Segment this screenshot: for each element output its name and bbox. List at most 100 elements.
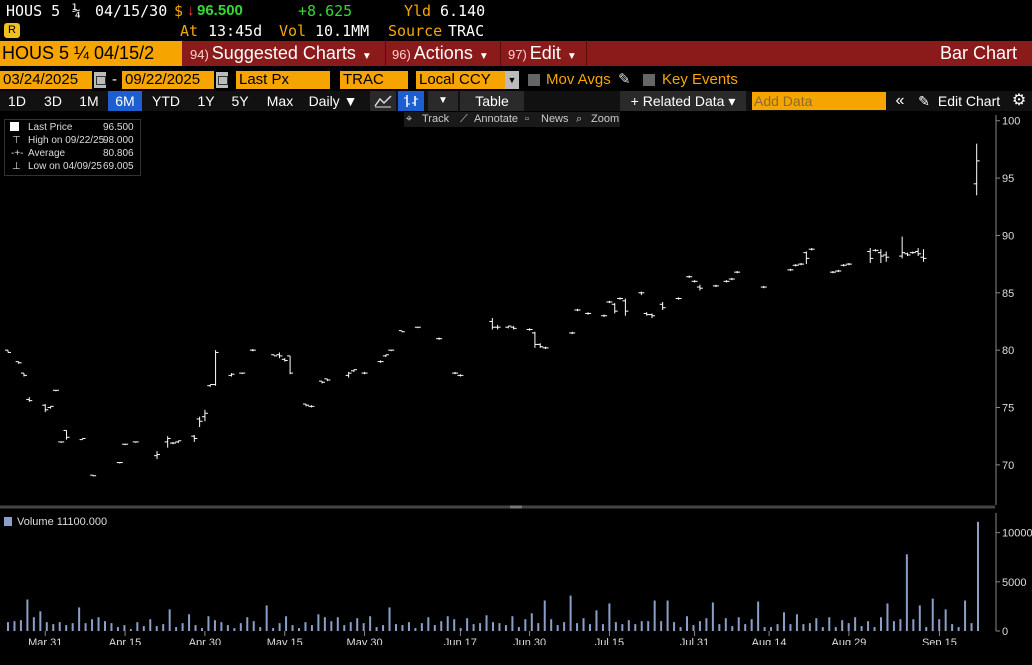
currency-selector[interactable]: Local CCY (416, 71, 506, 89)
period-1y[interactable]: 1Y (190, 91, 222, 111)
price-bar (845, 262, 852, 266)
pencil-icon[interactable]: ✎ (914, 91, 934, 111)
price-bar (90, 474, 97, 477)
volume-bar (666, 600, 669, 631)
pencil-icon[interactable]: ✎ (618, 71, 631, 89)
price-bar (212, 350, 219, 386)
volume-bar (19, 620, 22, 631)
volume-bar (188, 614, 191, 631)
key-events-checkbox[interactable] (643, 74, 655, 86)
price-bar (15, 361, 22, 364)
date-tick-label: May 30 (347, 637, 383, 645)
actions-menu[interactable]: 96) Actions ▼ (388, 41, 489, 66)
price-bar (622, 298, 629, 316)
bar-chart-icon[interactable] (398, 91, 424, 111)
quote-time: 13:45d (208, 22, 263, 40)
related-data-button[interactable]: + Related Data ▾ (620, 91, 746, 111)
price-bar (606, 300, 613, 304)
volume-bar (789, 624, 792, 631)
frequency-dropdown[interactable]: Daily ▼ (302, 91, 364, 111)
edit-menu[interactable]: 97) Edit ▼ (504, 41, 577, 66)
chart-type-dropdown-icon[interactable]: ▼ (428, 91, 458, 111)
volume-bar (375, 627, 378, 631)
price-bar (686, 275, 693, 278)
price-bar (271, 354, 278, 357)
end-date-field[interactable]: 09/22/2025 (122, 71, 214, 89)
volume-tick-label: 5000 (1002, 577, 1026, 589)
volume-bar (298, 628, 300, 631)
date-tick-label: Jun 30 (513, 637, 546, 645)
low-marker-icon: ⊥ (12, 161, 21, 172)
last-price-swatch (10, 122, 19, 131)
add-data-input[interactable]: Add Data (752, 92, 886, 110)
price-bar (877, 249, 884, 263)
price-bar (324, 378, 331, 382)
period-3d[interactable]: 3D (37, 91, 69, 111)
volume-bar (78, 607, 81, 631)
volume-bar (970, 623, 973, 631)
volume-bar (317, 614, 320, 631)
volume-bar (563, 622, 566, 631)
period-6m[interactable]: 6M (108, 91, 142, 111)
price-bar (345, 371, 352, 378)
period-1d[interactable]: 1D (2, 91, 32, 111)
volume-legend: Volume 11100.000 (4, 516, 107, 528)
volume-bar (194, 625, 197, 631)
line-chart-icon[interactable] (370, 91, 396, 111)
legend-high-label: High on 09/22/25 (28, 135, 105, 146)
price-bar (760, 285, 767, 289)
volume-bar (543, 600, 546, 631)
price-legend: Last Price 96.500 ⊤ High on 09/22/25 98.… (4, 119, 141, 176)
price-bar (611, 303, 618, 314)
price-bar (537, 343, 544, 348)
calendar-icon[interactable] (216, 72, 228, 88)
volume-bar (136, 622, 139, 631)
price-bar (883, 251, 890, 262)
volume-bar (873, 627, 876, 631)
last-price: 96.500 (197, 2, 243, 19)
period-1m[interactable]: 1M (73, 91, 105, 111)
period-5y[interactable]: 5Y (224, 91, 256, 111)
period-ytd[interactable]: YTD (146, 91, 186, 111)
volume-bar (589, 624, 591, 631)
source-selector[interactable]: TRAC (340, 71, 408, 89)
volume-bar (84, 623, 87, 631)
security-field[interactable]: HOUS 5 ¼ 04/15/2 (0, 41, 182, 66)
key-events-label: Key Events (662, 71, 738, 88)
price-bar (872, 249, 879, 252)
field-selector[interactable]: Last Px (236, 71, 330, 89)
volume-bar (569, 595, 572, 631)
price-bar (308, 405, 315, 408)
table-button[interactable]: Table (460, 91, 524, 111)
volume-bar (155, 626, 158, 631)
volume-bar (330, 621, 333, 631)
calendar-icon[interactable] (94, 72, 106, 88)
quote-info: At 13:45d Vol 10.1MM Source TRAC (0, 22, 1032, 41)
legend-last-label: Last Price (28, 122, 73, 133)
chevron-down-icon[interactable]: ▼ (505, 71, 519, 89)
volume-bar (686, 616, 688, 631)
date-tick-label: Jul 15 (595, 637, 624, 645)
price-bar (617, 297, 624, 300)
edit-chart-button[interactable]: Edit Chart (934, 91, 1004, 111)
price-bar (904, 252, 911, 257)
price-bar (20, 372, 27, 377)
legend-low-label: Low on 04/09/25 (28, 161, 102, 172)
suggested-charts-menu[interactable]: 94) Suggested Charts ▼ (186, 41, 372, 66)
collapse-icon[interactable]: « (890, 91, 910, 111)
panel-resize-handle[interactable] (510, 505, 522, 509)
price-bar (249, 349, 256, 352)
price-bar (239, 372, 246, 375)
gear-icon[interactable]: ⚙ (1008, 91, 1030, 111)
price-bars (5, 143, 980, 477)
caret-down-icon: ▼ (566, 51, 577, 62)
mov-avgs-checkbox[interactable] (528, 74, 540, 86)
start-date-field[interactable]: 03/24/2025 (0, 71, 92, 89)
price-chart[interactable]: 70 75 80 85 90 95 100 0 5000 10000 Mar 31 Apr 15 A… (0, 113, 1032, 645)
price-bar (840, 264, 847, 267)
price-bar (712, 284, 719, 288)
volume-bar (750, 619, 753, 631)
period-max[interactable]: Max (260, 91, 300, 111)
price-bar (569, 331, 576, 335)
volume-bar (899, 619, 902, 631)
